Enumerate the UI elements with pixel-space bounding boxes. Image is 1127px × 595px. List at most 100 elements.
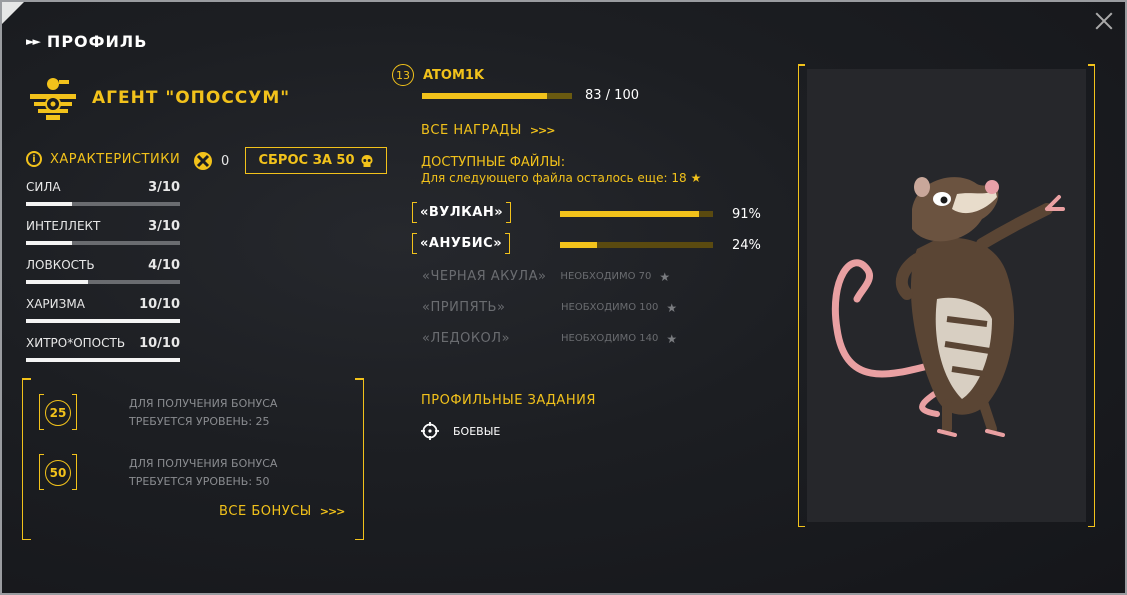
stat-points: 0 [193,151,229,171]
all-rewards-label: ВСЕ НАГРАДЫ [421,123,522,138]
file-name: «ВУЛКАН» [412,202,512,223]
player-header: 13 ATOM1K [392,64,484,86]
frame-corner [23,538,31,540]
stat-bar-fill [26,202,73,206]
stat-bar [26,280,180,284]
page-title: ПРОФИЛЬ [46,32,148,51]
info-icon[interactable]: i [26,151,42,167]
bonus-text: ДЛЯ ПОЛУЧЕНИЯ БОНУСА ТРЕБУЕТСЯ УРОВЕНЬ: … [129,455,277,491]
files-label: ДОСТУПНЫЕ ФАЙЛЫ: [421,155,566,170]
close-icon[interactable] [1095,12,1113,30]
files-hint: Для следующего файла осталось еще: 18 ★ [421,171,701,185]
frame-corner [355,538,363,540]
locked-file-item: «ЧЕРНАЯ АКУЛА» НЕОБХОДИМО 70 ★ [422,269,670,284]
stat-strength: СИЛА 3/10 [26,180,180,206]
frame-corner [1088,525,1094,527]
level-badge: 25 [39,394,77,432]
stat-bar [26,241,180,245]
tribal-bird-emblem-icon [30,78,76,120]
level-number: 25 [45,400,71,426]
locked-file-requirement: НЕОБХОДИМО 70 ★ [560,270,670,284]
bonus-item: 25 ДЛЯ ПОЛУЧЕНИЯ БОНУСА ТРЕБУЕТСЯ УРОВЕН… [39,394,277,432]
star-icon: ★ [666,300,678,315]
bonus-text: ДЛЯ ПОЛУЧЕНИЯ БОНУСА ТРЕБУЕТСЯ УРОВЕНЬ: … [129,395,277,431]
agent-name: АГЕНТ "ОПОССУМ" [92,88,291,108]
frame-corner [23,378,31,380]
stat-bar-fill [26,358,180,362]
stat-name: ХАРИЗМА [26,297,85,311]
triple-chevron-icon: >>> [319,505,346,518]
stat-value: 10/10 [139,297,180,312]
player-level: 13 [392,64,414,86]
stat-value: 4/10 [148,258,180,273]
stat-points-value: 0 [221,153,230,169]
xp-bar-fill [422,93,547,99]
bonus-line: ДЛЯ ПОЛУЧЕНИЯ БОНУСА [129,457,278,470]
task-name: БОЕВЫЕ [453,424,501,438]
star-icon: ★ [690,171,702,185]
stat-value: 3/10 [148,180,180,195]
task-item[interactable]: БОЕВЫЕ [421,422,500,440]
characteristics-header: i ХАРАКТЕРИСТИКИ [26,151,180,167]
file-percent: 24% [732,238,761,253]
locked-file-name: «ЛЕДОКОЛ» [422,331,511,346]
file-item[interactable]: «ВУЛКАН» [412,202,512,223]
requirement-text: НЕОБХОДИМО 70 [560,271,652,282]
bonus-line: ДЛЯ ПОЛУЧЕНИЯ БОНУСА [129,397,278,410]
all-bonuses-link[interactable]: ВСЕ БОНУСЫ >>> [219,504,346,519]
file-name: «АНУБИС» [412,233,511,254]
crosshair-icon [421,422,439,440]
files-hint-text: Для следующего файла осталось еще: 18 [421,171,687,185]
frame-corner [799,64,805,66]
profile-header: ►► ПРОФИЛЬ [26,32,147,51]
file-item[interactable]: «АНУБИС» [412,233,511,254]
agent-header: АГЕНТ "ОПОССУМ" [26,74,290,122]
locked-file-item: «ЛЕДОКОЛ» НЕОБХОДИМО 140 ★ [422,331,677,346]
stat-value: 3/10 [148,219,180,234]
stat-cunning: ХИТРО*ОПОСТЬ 10/10 [26,336,180,362]
opossum-character-image [831,177,1065,437]
stat-charisma: ХАРИЗМА 10/10 [26,297,180,323]
double-arrow-icon: ►► [26,35,41,48]
profile-panel: ►► ПРОФИЛЬ АГЕНТ "ОПОССУМ" i ХАРАКТЕРИСТ… [0,0,1127,595]
bonus-line: ТРЕБУЕТСЯ УРОВЕНЬ: 50 [129,475,270,488]
points-token-icon [194,152,212,170]
stat-bar-fill [26,280,88,284]
bonus-item: 50 ДЛЯ ПОЛУЧЕНИЯ БОНУСА ТРЕБУЕТСЯ УРОВЕН… [39,454,277,492]
star-icon: ★ [659,269,671,284]
reset-stats-button[interactable]: СБРОС ЗА 50 [245,147,387,174]
all-bonuses-label: ВСЕ БОНУСЫ [219,504,312,519]
agent-portrait [807,69,1086,522]
skull-icon [361,154,372,167]
stat-bar-fill [26,319,180,323]
locked-file-requirement: НЕОБХОДИМО 140 ★ [561,332,677,346]
requirement-text: НЕОБХОДИМО 100 [561,302,659,313]
all-rewards-link[interactable]: ВСЕ НАГРАДЫ >>> [421,123,556,138]
tasks-label: ПРОФИЛЬНЫЕ ЗАДАНИЯ [421,393,596,408]
xp-bar [422,93,572,99]
locked-file-name: «ЧЕРНАЯ АКУЛА» [422,269,547,284]
level-number: 50 [45,460,71,486]
stat-bar [26,319,180,323]
file-percent: 91% [732,207,761,222]
requirement-text: НЕОБХОДИМО 140 [561,333,659,344]
stat-name: ХИТРО*ОПОСТЬ [26,336,126,350]
locked-file-name: «ПРИПЯТЬ» [422,300,506,315]
locked-file-requirement: НЕОБХОДИМО 100 ★ [561,301,677,315]
file-progress-fill [560,242,597,248]
stat-value: 10/10 [139,336,180,351]
file-progress-bar [560,242,713,248]
stat-name: СИЛА [26,180,61,194]
player-name: ATOM1K [423,67,485,83]
triple-chevron-icon: >>> [529,124,556,137]
star-icon: ★ [666,331,678,346]
stat-bar-fill [26,241,73,245]
file-progress-fill [560,211,700,217]
stat-intellect: ИНТЕЛЛЕКТ 3/10 [26,219,180,245]
bonus-line: ТРЕБУЕТСЯ УРОВЕНЬ: 25 [129,415,270,428]
stat-bar [26,358,180,362]
characteristics-label: ХАРАКТЕРИСТИКИ [50,151,181,167]
reset-stats-label: СБРОС ЗА 50 [258,153,355,168]
level-badge: 50 [39,454,77,492]
frame-corner [799,525,805,527]
